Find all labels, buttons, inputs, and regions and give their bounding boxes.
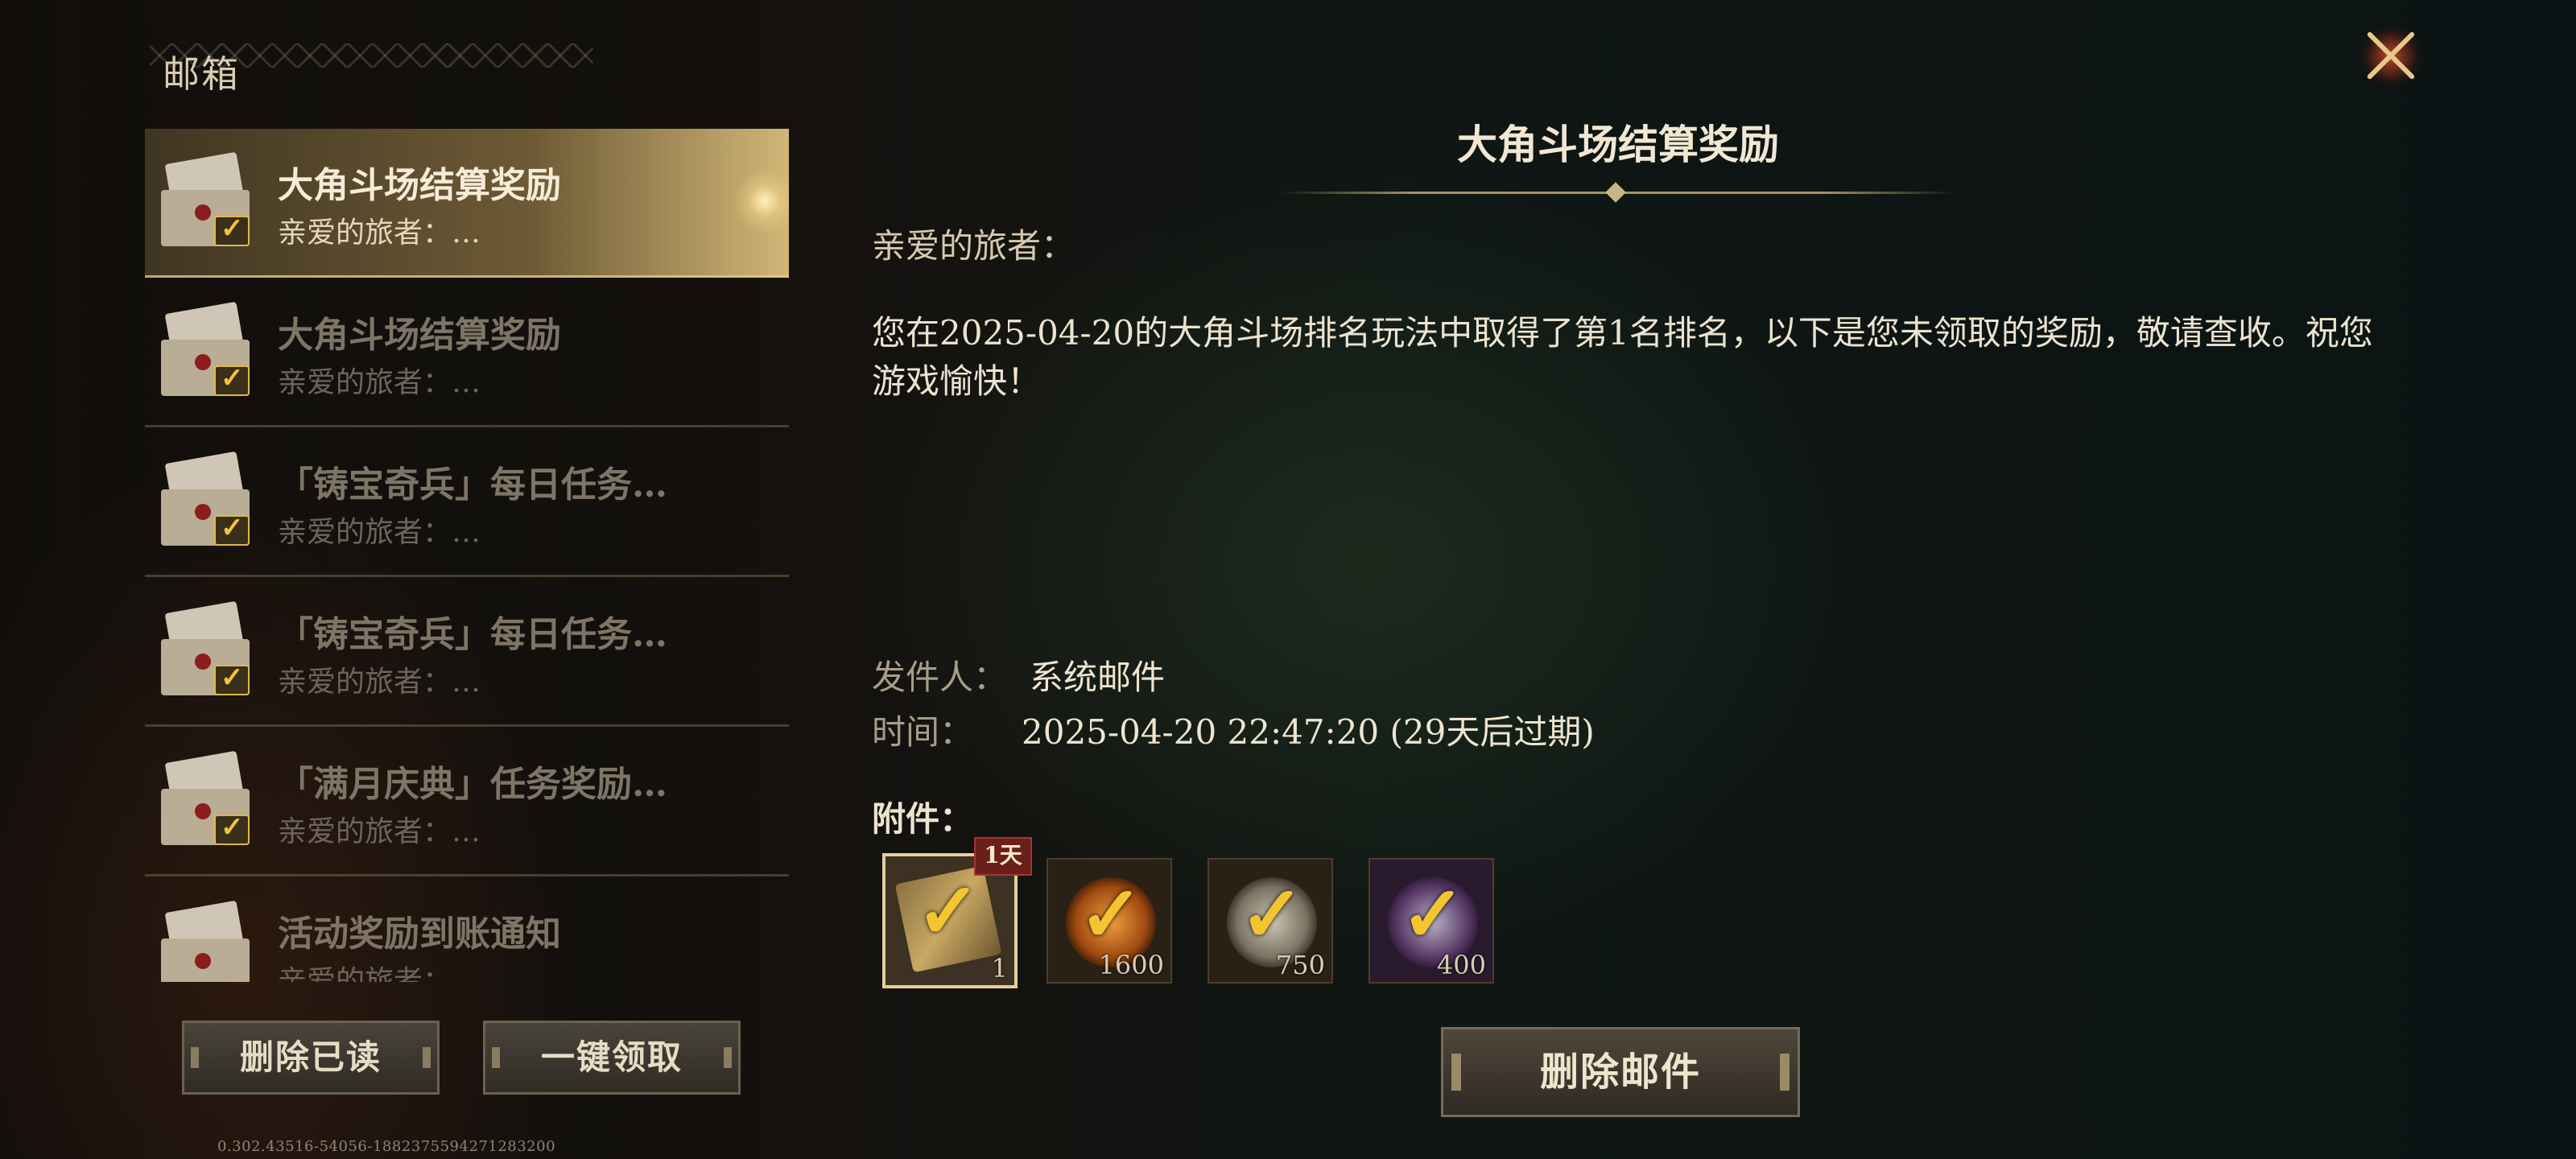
attachment-slot[interactable]: ✓ 750 bbox=[1208, 858, 1333, 984]
mail-item-selected[interactable]: ✓ 大角斗场结算奖励 亲爱的旅者：… bbox=[145, 129, 789, 278]
mail-greeting: 亲爱的旅者： bbox=[872, 226, 1075, 266]
mail-item[interactable]: ✓ 「满月庆典」任务奖励… 亲爱的旅者：… bbox=[145, 728, 789, 876]
mail-item[interactable]: ✓ 大角斗场结算奖励 亲爱的旅者：… bbox=[145, 278, 789, 427]
mail-item-title: 大角斗场结算奖励 bbox=[278, 315, 561, 356]
mail-detail-title: 大角斗场结算奖励 bbox=[1457, 121, 1779, 168]
envelope-icon bbox=[161, 900, 250, 982]
mail-item-preview: 亲爱的旅者：… bbox=[278, 666, 481, 699]
time-label: 时间： bbox=[872, 712, 974, 752]
selected-glow-icon bbox=[733, 169, 789, 233]
envelope-icon: ✓ bbox=[161, 600, 250, 695]
attachment-slot[interactable]: ✓ 400 bbox=[1368, 858, 1494, 984]
envelope-icon: ✓ bbox=[161, 301, 250, 396]
time-row: 时间： 2025-04-20 22:47:20 (29天后过期) bbox=[872, 705, 1595, 754]
claim-all-button[interactable]: 一键领取 bbox=[483, 1021, 741, 1095]
attachment-qty: 1 bbox=[991, 953, 1008, 984]
mailbox-header: 邮箱 bbox=[129, 16, 612, 97]
mail-item-title: 「铸宝奇兵」每日任务… bbox=[278, 464, 667, 505]
mail-item-title: 大角斗场结算奖励 bbox=[278, 165, 561, 206]
sender-row: 发件人： 系统邮件 bbox=[872, 650, 1165, 699]
claimed-check-icon: ✓ bbox=[1401, 868, 1466, 959]
expiry-badge: 1天 bbox=[974, 837, 1032, 876]
page-title: 邮箱 bbox=[163, 52, 240, 96]
claimed-check-icon: ✓ bbox=[916, 865, 981, 956]
mail-item-preview: 亲爱的旅者：… bbox=[278, 366, 481, 399]
attachments-label: 附件： bbox=[872, 799, 974, 839]
claimed-check-icon: ✓ bbox=[1240, 868, 1305, 959]
mail-item-title: 「铸宝奇兵」每日任务… bbox=[278, 614, 667, 655]
attachment-qty: 1600 bbox=[1098, 950, 1164, 980]
time-value: 2025-04-20 22:47:20 (29天后过期) bbox=[1022, 712, 1595, 752]
attachment-qty: 400 bbox=[1436, 950, 1486, 980]
envelope-icon: ✓ bbox=[161, 151, 250, 246]
sender-value: 系统邮件 bbox=[1030, 658, 1166, 697]
delete-mail-button[interactable]: 删除邮件 bbox=[1441, 1027, 1800, 1117]
mail-body: 您在2025-04-20的大角斗场排名玩法中取得了第1名排名，以下是您未领取的奖… bbox=[872, 313, 2373, 401]
envelope-icon: ✓ bbox=[161, 451, 250, 546]
claimed-check-icon: ✓ bbox=[1079, 868, 1144, 959]
close-button[interactable] bbox=[2351, 16, 2431, 97]
mail-item-preview: 亲爱的旅者：… bbox=[278, 516, 481, 549]
attachment-slot[interactable]: ✓ 1600 bbox=[1046, 858, 1172, 984]
delete-read-button[interactable]: 删除已读 bbox=[182, 1021, 440, 1095]
mail-item-preview: 亲爱的旅者：… bbox=[278, 965, 481, 982]
sender-label: 发件人： bbox=[872, 658, 1008, 697]
mail-item-preview: 亲爱的旅者：… bbox=[278, 217, 481, 250]
envelope-icon: ✓ bbox=[161, 750, 250, 845]
mail-item[interactable]: ✓ 「铸宝奇兵」每日任务… 亲爱的旅者：… bbox=[145, 428, 789, 577]
title-divider bbox=[1280, 182, 1956, 203]
mail-list[interactable]: ✓ 大角斗场结算奖励 亲爱的旅者：… ✓ 大角斗场结算奖励 亲爱的旅者：… ✓ … bbox=[145, 129, 789, 982]
mail-item[interactable]: ✓ 「铸宝奇兵」每日任务… 亲爱的旅者：… bbox=[145, 578, 789, 727]
mail-item-title: 「满月庆典」任务奖励… bbox=[278, 764, 667, 805]
mail-item-preview: 亲爱的旅者：… bbox=[278, 815, 481, 848]
version-string: 0.302.43516-54056-18823755942712832​00 bbox=[217, 1138, 556, 1155]
mail-item[interactable]: 活动奖励到账通知 亲爱的旅者：… bbox=[145, 877, 789, 982]
attachment-qty: 750 bbox=[1275, 950, 1325, 980]
mail-item-title: 活动奖励到账通知 bbox=[278, 914, 561, 955]
